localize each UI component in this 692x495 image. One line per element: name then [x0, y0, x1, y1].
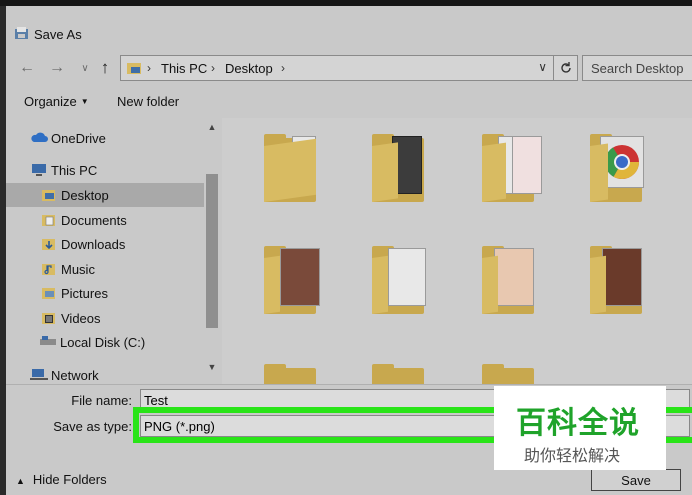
- sidebar-item-this-pc[interactable]: This PC: [6, 158, 204, 182]
- save-button[interactable]: Save: [591, 469, 681, 491]
- folder-back: [482, 368, 534, 384]
- sidebar-label: This PC: [51, 163, 98, 178]
- save-as-type-label: Save as type:: [53, 419, 132, 434]
- caret-up-icon: ▲: [16, 476, 25, 486]
- drive-icon: [40, 335, 56, 350]
- breadcrumb-desktop[interactable]: Desktop: [225, 61, 273, 76]
- folder-item[interactable]: [254, 358, 334, 384]
- organize-label: Organize: [24, 94, 77, 109]
- desktop-folder-icon: [42, 188, 56, 205]
- watermark-tagline: 助你轻松解决: [524, 446, 621, 465]
- folder-item[interactable]: [254, 128, 334, 214]
- navigation-bar: ← → ∨ ↑ › This PC › Desktop › ∨ Search D…: [6, 54, 692, 82]
- command-toolbar: Organize ▼ New folder: [6, 90, 692, 112]
- sidebar-item-network[interactable]: Network: [6, 363, 204, 384]
- breadcrumb-separator-icon: ›: [147, 61, 151, 75]
- sidebar-label: Documents: [61, 213, 127, 228]
- new-folder-button[interactable]: New folder: [117, 94, 179, 109]
- hide-folders-label: Hide Folders: [32, 472, 107, 487]
- sidebar-item-documents[interactable]: Documents: [6, 208, 204, 232]
- sidebar-label: OneDrive: [51, 131, 106, 146]
- photo-thumbnail: [602, 248, 642, 306]
- network-icon: [30, 368, 48, 384]
- sidebar-label: Music: [61, 262, 95, 277]
- folder-item[interactable]: [580, 128, 660, 214]
- breadcrumb-separator-icon: ›: [211, 61, 215, 75]
- save-dialog-icon: [14, 26, 30, 43]
- scroll-down-icon[interactable]: ▼: [206, 362, 218, 376]
- sidebar-item-desktop[interactable]: Desktop: [6, 183, 204, 207]
- sidebar-label: Desktop: [61, 188, 109, 203]
- organize-menu[interactable]: Organize ▼: [24, 94, 89, 109]
- sidebar-scrollbar[interactable]: ▲ ▼: [204, 118, 220, 384]
- scrollbar-thumb[interactable]: [206, 174, 218, 328]
- search-input[interactable]: Search Desktop: [582, 55, 692, 81]
- sidebar-label: Downloads: [61, 237, 126, 252]
- forward-arrow-icon[interactable]: →: [46, 58, 68, 78]
- pictures-icon: [42, 286, 56, 303]
- folder-icon: [482, 142, 506, 202]
- this-pc-location-icon: [127, 61, 143, 78]
- sidebar-item-videos[interactable]: Videos: [6, 306, 204, 330]
- folder-item[interactable]: [362, 358, 442, 384]
- sidebar-label: Local Disk (C:): [60, 335, 146, 350]
- folder-item[interactable]: [580, 240, 660, 326]
- folder-back: [264, 368, 316, 384]
- refresh-icon[interactable]: [553, 56, 577, 80]
- document-thumbnail: [512, 136, 542, 194]
- caret-down-icon: ▼: [80, 97, 89, 106]
- title-bar: Save As: [6, 20, 686, 48]
- watermark-brand: 百科全说: [516, 406, 640, 441]
- sidebar-item-music[interactable]: Music: [6, 257, 204, 281]
- folder-icon: [372, 255, 388, 314]
- sidebar-item-onedrive[interactable]: OneDrive: [6, 126, 204, 150]
- folder-item[interactable]: [472, 128, 552, 214]
- keyboard-image-thumbnail: [388, 248, 426, 306]
- breadcrumb-separator-icon[interactable]: ›: [281, 61, 285, 75]
- sidebar-item-pictures[interactable]: Pictures: [6, 281, 204, 305]
- hide-folders-toggle[interactable]: ▲ Hide Folders: [16, 472, 107, 487]
- scroll-up-icon[interactable]: ▲: [206, 122, 218, 136]
- folder-icon: [264, 138, 316, 202]
- music-icon: [42, 262, 56, 279]
- videos-icon: [42, 311, 56, 328]
- folder-icon: [264, 255, 280, 314]
- sidebar-label: Videos: [61, 311, 101, 326]
- sidebar-item-local-disk[interactable]: Local Disk (C:): [6, 330, 204, 354]
- folder-item[interactable]: [254, 240, 334, 326]
- folder-icon: [590, 255, 606, 314]
- sidebar-label: Pictures: [61, 286, 108, 301]
- file-name-label: File name:: [71, 393, 132, 408]
- recent-locations-chevron-icon[interactable]: ∨: [74, 58, 96, 78]
- window-title: Save As: [34, 27, 82, 42]
- folder-icon: [372, 142, 398, 202]
- breadcrumb-this-pc[interactable]: This PC: [161, 61, 207, 76]
- folder-item[interactable]: [362, 128, 442, 214]
- address-bar[interactable]: › This PC › Desktop › ∨: [120, 55, 578, 81]
- watermark-logo: 百科全说 助你轻松解决: [494, 386, 666, 470]
- documents-icon: [42, 213, 56, 230]
- computer-icon: [30, 163, 48, 180]
- downloads-icon: [42, 237, 56, 254]
- address-dropdown-icon[interactable]: ∨: [538, 60, 547, 74]
- photo-thumbnail: [280, 248, 320, 306]
- photo-thumbnail: [494, 248, 534, 306]
- up-arrow-icon[interactable]: ↑: [94, 58, 116, 78]
- cloud-icon: [30, 131, 48, 146]
- window-top-edge: [0, 0, 692, 6]
- folder-item[interactable]: [472, 358, 552, 384]
- file-list[interactable]: [222, 118, 692, 384]
- folder-icon: [482, 255, 498, 314]
- folder-item[interactable]: [362, 240, 442, 326]
- folder-icon: [590, 143, 608, 202]
- back-arrow-icon[interactable]: ←: [16, 58, 38, 78]
- folder-item[interactable]: [472, 240, 552, 326]
- sidebar-item-downloads[interactable]: Downloads: [6, 232, 204, 256]
- sidebar-label: Network: [51, 368, 99, 383]
- folder-back: [372, 368, 424, 384]
- navigation-pane: OneDrive This PC Desktop Documents Downl…: [6, 118, 222, 384]
- save-as-dialog: Save As ← → ∨ ↑ › This PC › Desktop › ∨ …: [0, 0, 692, 495]
